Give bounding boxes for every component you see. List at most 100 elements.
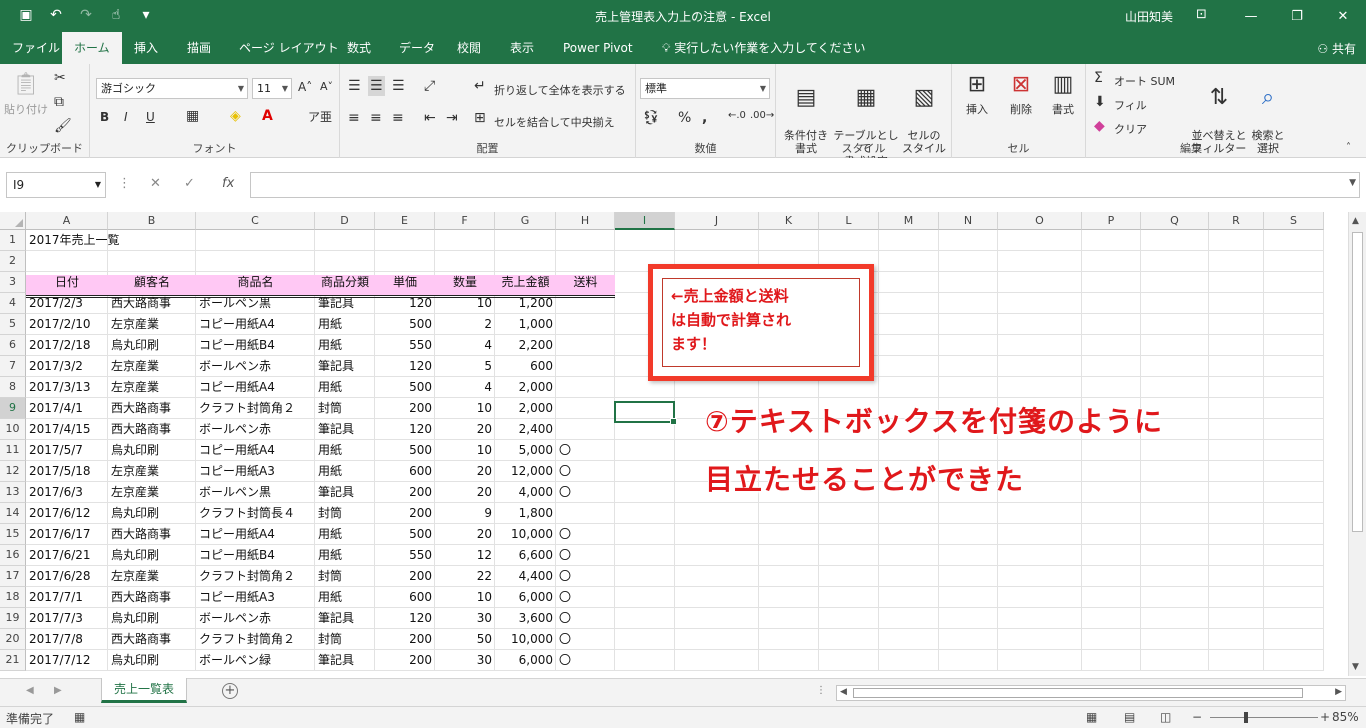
row-header[interactable]: 10 [0,419,26,440]
tab-draw[interactable]: 描画 [175,32,223,64]
column-header[interactable]: O [998,212,1082,230]
table-cell[interactable]: 西大路商事 [108,629,196,650]
increase-indent-icon[interactable]: ⇥ [446,110,458,126]
table-cell[interactable]: 9 [435,503,495,524]
table-cell[interactable]: 4 [435,335,495,356]
table-cell[interactable]: 120 [375,419,435,440]
table-cell[interactable]: 4,400 [495,566,556,587]
column-header[interactable]: Q [1141,212,1209,230]
table-cell[interactable]: 2017/7/1 [26,587,108,608]
table-cell[interactable]: 2017/5/18 [26,461,108,482]
table-cell[interactable]: 2017/6/17 [26,524,108,545]
scroll-up-icon[interactable]: ▲ [1352,216,1359,226]
table-cell[interactable]: 2,000 [495,377,556,398]
table-cell[interactable]: クラフト封筒角２ [196,398,315,419]
align-center-icon[interactable]: ≡ [370,110,382,126]
row-header[interactable]: 21 [0,650,26,671]
header-cell[interactable]: 売上金額 [495,272,556,293]
column-header[interactable]: P [1082,212,1141,230]
table-cell[interactable]: 2017/7/8 [26,629,108,650]
row-header[interactable]: 18 [0,587,26,608]
table-cell[interactable]: 6,000 [495,650,556,671]
column-header[interactable]: H [556,212,615,230]
table-cell[interactable]: 〇 [556,524,615,545]
table-cell[interactable]: コピー用紙A3 [196,587,315,608]
insert-cells-button[interactable]: ⊞ 挿入 [956,70,998,116]
zoom-slider-knob[interactable] [1244,712,1248,723]
table-cell[interactable]: 12,000 [495,461,556,482]
table-cell[interactable]: 2017/6/12 [26,503,108,524]
table-cell[interactable]: 西大路商事 [108,293,196,314]
table-cell[interactable]: 用紙 [315,524,375,545]
table-cell[interactable]: ボールペン黒 [196,293,315,314]
table-cell[interactable]: 120 [375,356,435,377]
table-cell[interactable]: コピー用紙A4 [196,440,315,461]
row-header[interactable]: 12 [0,461,26,482]
column-header[interactable]: E [375,212,435,230]
table-cell[interactable]: 西大路商事 [108,587,196,608]
insert-function-icon[interactable]: fx [222,176,234,191]
column-header[interactable]: B [108,212,196,230]
table-cell[interactable]: 筆記具 [315,608,375,629]
table-cell[interactable]: 〇 [556,566,615,587]
table-cell[interactable]: 烏丸印刷 [108,440,196,461]
copy-icon[interactable]: ⧉ [54,94,64,110]
macro-record-icon[interactable]: ▦ [74,710,85,724]
table-cell[interactable]: 〇 [556,587,615,608]
table-cell[interactable]: 2017/7/3 [26,608,108,629]
table-cell[interactable]: 500 [375,377,435,398]
cut-icon[interactable]: ✂ [54,70,66,86]
header-cell[interactable]: 商品分類 [315,272,375,293]
table-cell[interactable]: 200 [375,482,435,503]
column-header[interactable]: C [196,212,315,230]
table-cell[interactable]: 左京産業 [108,356,196,377]
table-cell[interactable]: 50 [435,629,495,650]
table-cell[interactable]: 20 [435,482,495,503]
table-cell[interactable]: 封筒 [315,566,375,587]
user-name[interactable]: 山田知美 [1125,8,1173,25]
table-cell[interactable]: 200 [375,650,435,671]
table-cell[interactable]: 用紙 [315,545,375,566]
table-cell[interactable]: 封筒 [315,503,375,524]
table-cell[interactable]: ボールペン赤 [196,356,315,377]
table-cell[interactable]: 200 [375,503,435,524]
horizontal-scrollbar[interactable]: ◀ ▶ [836,685,1346,701]
align-top-icon[interactable]: ☰ [348,78,361,94]
cancel-icon[interactable]: ✕ [150,176,161,191]
table-cell[interactable]: 烏丸印刷 [108,335,196,356]
row-header[interactable]: 3 [0,272,26,293]
table-cell[interactable]: 〇 [556,440,615,461]
header-cell[interactable]: 日付 [26,272,108,293]
row-header[interactable]: 16 [0,545,26,566]
table-cell[interactable]: 西大路商事 [108,398,196,419]
sheet-title-cell[interactable]: 2017年売上一覧 [26,230,326,251]
table-cell[interactable]: 〇 [556,482,615,503]
column-header[interactable]: N [939,212,998,230]
expand-formula-icon[interactable]: ▼ [1349,178,1356,188]
header-cell[interactable]: 送料 [556,272,615,293]
tell-me-box[interactable]: 💡︎ 実行したい作業を入力してください [650,32,878,64]
scroll-right-icon[interactable]: ▶ [1335,687,1342,697]
table-cell[interactable]: 烏丸印刷 [108,650,196,671]
table-cell[interactable]: 2017/4/15 [26,419,108,440]
column-header[interactable]: S [1264,212,1324,230]
table-cell[interactable]: 3,600 [495,608,556,629]
table-cell[interactable]: 120 [375,293,435,314]
row-header[interactable]: 6 [0,335,26,356]
decrease-indent-icon[interactable]: ⇤ [424,110,436,126]
format-cells-button[interactable]: ▥ 書式 [1042,70,1084,116]
bold-button[interactable]: B [100,110,109,124]
table-cell[interactable]: 10,000 [495,524,556,545]
table-cell[interactable]: コピー用紙B4 [196,545,315,566]
table-cell[interactable]: ボールペン赤 [196,419,315,440]
table-cell[interactable]: 筆記具 [315,293,375,314]
zoom-in-icon[interactable]: + [1320,710,1330,724]
align-left-icon[interactable]: ≡ [348,110,360,126]
decrease-font-icon[interactable]: A˅ [320,80,333,93]
table-cell[interactable]: 2,400 [495,419,556,440]
align-middle-icon[interactable]: ☰ [368,76,385,96]
horizontal-scroll-thumb[interactable] [853,688,1303,698]
font-color-icon[interactable]: A [262,108,273,124]
table-cell[interactable]: ボールペン緑 [196,650,315,671]
currency-icon[interactable]: 💱︎ [642,110,660,126]
